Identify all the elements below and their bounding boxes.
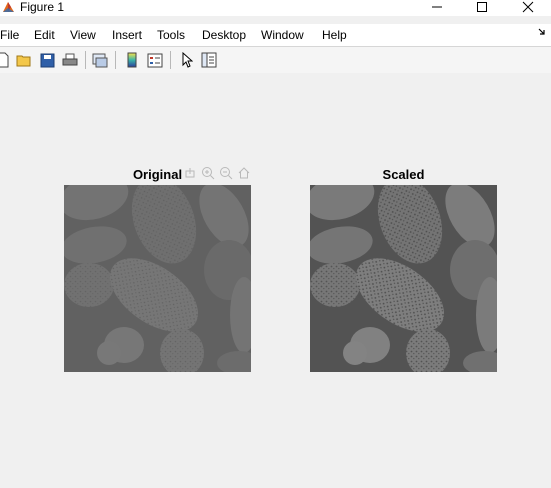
minimize-button[interactable] bbox=[414, 0, 460, 14]
insert-legend-icon bbox=[147, 53, 163, 67]
property-inspector-icon bbox=[201, 52, 217, 68]
axes-scaled-image[interactable] bbox=[310, 185, 497, 372]
menu-help[interactable]: Help bbox=[322, 27, 347, 43]
axes-toolbar bbox=[182, 165, 252, 181]
menu-desktop[interactable]: Desktop bbox=[202, 27, 246, 43]
edit-plot-icon bbox=[182, 52, 193, 68]
maximize-button[interactable] bbox=[459, 0, 505, 14]
close-icon bbox=[522, 1, 534, 13]
menu-file[interactable]: File bbox=[0, 27, 19, 43]
link-plot-button[interactable] bbox=[91, 51, 109, 69]
edit-plot-button[interactable] bbox=[178, 51, 196, 69]
menu-bar: File Edit View Insert Tools Desktop Wind… bbox=[0, 24, 551, 46]
menu-window[interactable]: Window bbox=[261, 27, 304, 43]
axes-original-image[interactable] bbox=[64, 185, 251, 372]
axes-title-scaled: Scaled bbox=[382, 167, 425, 182]
window-title: Figure 1 bbox=[20, 0, 65, 14]
figure-canvas: Original Scaled bbox=[0, 73, 551, 488]
maximize-icon bbox=[477, 2, 487, 12]
save-figure-icon bbox=[40, 53, 54, 67]
property-inspector-button[interactable] bbox=[200, 51, 218, 69]
insert-colorbar-icon bbox=[127, 52, 137, 68]
zoom-out-icon[interactable] bbox=[218, 165, 234, 181]
dock-arrow-icon[interactable] bbox=[538, 28, 546, 36]
matlab-logo-icon bbox=[3, 2, 14, 12]
toolbar-separator bbox=[170, 51, 171, 69]
window-title-bar: Figure 1 bbox=[0, 0, 551, 16]
pollen-image-original bbox=[64, 185, 251, 372]
link-plot-icon bbox=[92, 53, 108, 67]
print-figure-icon bbox=[62, 53, 78, 65]
zoom-in-icon[interactable] bbox=[200, 165, 216, 181]
new-figure-button[interactable] bbox=[0, 51, 12, 69]
toolbar-separator bbox=[115, 51, 116, 69]
close-button[interactable] bbox=[505, 0, 551, 14]
pollen-image-scaled bbox=[310, 185, 497, 372]
print-figure-button[interactable] bbox=[61, 51, 79, 69]
minimize-icon bbox=[432, 6, 442, 8]
menu-insert[interactable]: Insert bbox=[112, 27, 142, 43]
open-file-icon bbox=[16, 55, 31, 67]
save-figure-button[interactable] bbox=[38, 51, 56, 69]
toolbar-separator bbox=[85, 51, 86, 69]
open-file-button[interactable] bbox=[15, 51, 33, 69]
home-icon[interactable] bbox=[236, 165, 252, 181]
new-figure-icon bbox=[0, 52, 9, 68]
menu-edit[interactable]: Edit bbox=[34, 27, 55, 43]
insert-legend-button[interactable] bbox=[146, 51, 164, 69]
export-icon[interactable] bbox=[182, 165, 198, 181]
menu-view[interactable]: View bbox=[70, 27, 96, 43]
insert-colorbar-button[interactable] bbox=[123, 51, 141, 69]
figure-toolbar bbox=[0, 46, 551, 74]
menu-tools[interactable]: Tools bbox=[157, 27, 185, 43]
